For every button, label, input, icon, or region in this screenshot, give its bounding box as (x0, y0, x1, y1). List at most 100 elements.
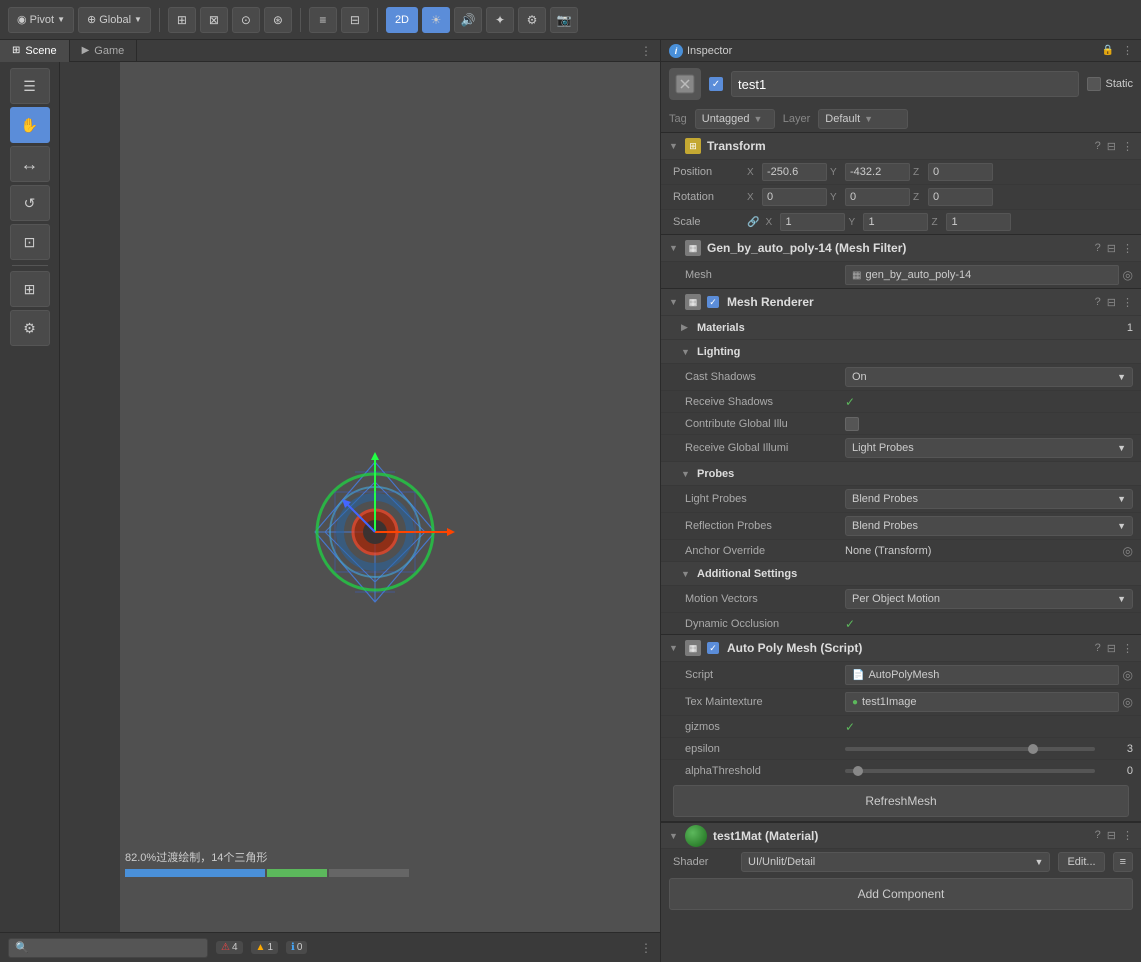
tool-hamburger[interactable]: ☰ (10, 68, 50, 104)
material-settings[interactable]: ⊟ (1107, 829, 1116, 842)
alpha-thumb[interactable] (853, 766, 863, 776)
tex-field[interactable]: ● test1Image (845, 692, 1119, 712)
rot-y-input[interactable] (845, 188, 910, 206)
mesh-value-field[interactable]: ▦ gen_by_auto_poly-14 (845, 265, 1119, 285)
auto-poly-header[interactable]: ▼ ▦ ✓ Auto Poly Mesh (Script) ? ⊟ ⋮ (661, 635, 1141, 661)
mesh-renderer-menu[interactable]: ⋮ (1122, 296, 1133, 309)
auto-poly-settings[interactable]: ⊟ (1107, 642, 1116, 655)
error-badge: ⚠ 4 (216, 941, 243, 954)
tool-rect[interactable]: ⊞ (168, 7, 196, 33)
auto-poly-menu[interactable]: ⋮ (1122, 642, 1133, 655)
scene-object[interactable] (295, 452, 455, 615)
object-name-input[interactable] (731, 71, 1079, 97)
tool-vert[interactable]: ≡ (309, 7, 337, 33)
tool-arrows[interactable]: ↔ (10, 146, 50, 182)
mesh-target-icon[interactable]: ◎ (1123, 268, 1133, 282)
console-search[interactable] (8, 938, 208, 958)
material-menu[interactable]: ⋮ (1122, 829, 1133, 842)
auto-poly-checkbox[interactable]: ✓ (707, 642, 719, 654)
mesh-renderer-help[interactable]: ? (1095, 296, 1101, 309)
motion-vectors-dropdown[interactable]: Per Object Motion ▼ (845, 589, 1133, 609)
mesh-filter-help[interactable]: ? (1095, 242, 1101, 255)
gizmos-check[interactable]: ✓ (845, 720, 855, 734)
receive-global-dropdown[interactable]: Light Probes ▼ (845, 438, 1133, 458)
probes-section[interactable]: ▼ Probes (661, 461, 1141, 485)
add-component-button[interactable]: Add Component (669, 878, 1133, 910)
progress-bars (125, 869, 409, 877)
pivot-button[interactable]: ◉ Pivot ▼ (8, 7, 74, 33)
contribute-global-checkbox[interactable] (845, 417, 859, 431)
audio-button[interactable]: 🔊 (454, 7, 482, 33)
inspector-options[interactable]: ⋮ (1122, 44, 1133, 57)
receive-shadows-check[interactable]: ✓ (845, 395, 855, 409)
rot-z-input[interactable] (928, 188, 993, 206)
lighting-button[interactable]: ☀ (422, 7, 450, 33)
tool-rotate[interactable]: ⊙ (232, 7, 260, 33)
camera-button[interactable]: 📷 (550, 7, 578, 33)
transform-header[interactable]: ▼ ⊞ Transform ? ⊟ ⋮ (661, 133, 1141, 159)
scale-z-input[interactable] (946, 213, 1011, 231)
transform-menu[interactable]: ⋮ (1122, 140, 1133, 153)
shader-edit-button[interactable]: Edit... (1058, 852, 1104, 872)
alpha-track[interactable] (845, 769, 1095, 773)
pos-x-input[interactable] (762, 163, 827, 181)
tool-move[interactable]: ⊠ (200, 7, 228, 33)
scale-y-input[interactable] (863, 213, 928, 231)
lock-icon[interactable]: 🔒 (1102, 45, 1114, 56)
script-target-icon[interactable]: ◎ (1123, 668, 1133, 682)
tool-refresh[interactable]: ↺ (10, 185, 50, 221)
tool-frame[interactable]: ⊡ (10, 224, 50, 260)
mesh-renderer-header[interactable]: ▼ ▦ ✓ Mesh Renderer ? ⊟ ⋮ (661, 289, 1141, 315)
anchor-target-icon[interactable]: ◎ (1123, 544, 1133, 558)
static-checkbox[interactable] (1087, 77, 1101, 91)
gizmos-button[interactable]: ⚙ (518, 7, 546, 33)
tool-resize[interactable]: ⊞ (10, 271, 50, 307)
mesh-filter-header[interactable]: ▼ ▦ Gen_by_auto_poly-14 (Mesh Filter) ? … (661, 235, 1141, 261)
reflection-probes-dropdown[interactable]: Blend Probes ▼ (845, 516, 1133, 536)
pos-y-input[interactable] (845, 163, 910, 181)
tab-options[interactable]: ⋮ (640, 44, 660, 58)
auto-poly-help[interactable]: ? (1095, 642, 1101, 655)
transform-name: Transform (707, 139, 1089, 153)
additional-settings-section[interactable]: ▼ Additional Settings (661, 561, 1141, 585)
material-header[interactable]: ▼ test1Mat (Material) ? ⊟ ⋮ (661, 822, 1141, 848)
shader-dropdown[interactable]: UI/Unlit/Detail ▼ (741, 852, 1050, 872)
transform-settings[interactable]: ⊟ (1107, 140, 1116, 153)
dynamic-occlusion-check[interactable]: ✓ (845, 617, 855, 631)
mesh-filter-menu[interactable]: ⋮ (1122, 242, 1133, 255)
object-active-checkbox[interactable]: ✓ (709, 77, 723, 91)
global-button[interactable]: ⊕ Global ▼ (78, 7, 151, 33)
script-field[interactable]: 📄 AutoPolyMesh (845, 665, 1119, 685)
tag-dropdown[interactable]: Untagged ▼ (695, 109, 775, 129)
scale-x-input[interactable] (780, 213, 845, 231)
cast-shadows-dropdown[interactable]: On ▼ (845, 367, 1133, 387)
epsilon-track[interactable] (845, 747, 1095, 751)
tool-settings[interactable]: ⚙ (10, 310, 50, 346)
game-tab[interactable]: ▶ Game (70, 40, 138, 62)
mesh-renderer-settings[interactable]: ⊟ (1107, 296, 1116, 309)
mode-2d-button[interactable]: 2D (386, 7, 418, 33)
mesh-filter-settings[interactable]: ⊟ (1107, 242, 1116, 255)
scale-x-label: X (765, 217, 777, 228)
rot-x-input[interactable] (762, 188, 827, 206)
layer-dropdown[interactable]: Default ▼ (818, 109, 908, 129)
fx-button[interactable]: ✦ (486, 7, 514, 33)
transform-help[interactable]: ? (1095, 140, 1101, 153)
shader-expand-button[interactable]: ≡ (1113, 852, 1133, 872)
material-help[interactable]: ? (1095, 829, 1101, 842)
lighting-section[interactable]: ▼ Lighting (661, 339, 1141, 363)
scene-tab[interactable]: ⊞ Scene (0, 40, 70, 62)
epsilon-thumb[interactable] (1028, 744, 1038, 754)
light-probes-dropdown[interactable]: Blend Probes ▼ (845, 489, 1133, 509)
tex-target-icon[interactable]: ◎ (1123, 695, 1133, 709)
tool-scale[interactable]: ⊛ (264, 7, 292, 33)
tool-grid[interactable]: ⊟ (341, 7, 369, 33)
scene-viewport[interactable]: 82.0%过渡绘制，14个三角形 (120, 62, 660, 932)
refresh-mesh-button[interactable]: RefreshMesh (673, 785, 1129, 817)
mesh-renderer-checkbox[interactable]: ✓ (707, 296, 719, 308)
info-icon: ℹ (291, 942, 295, 953)
bottom-options[interactable]: ⋮ (640, 941, 652, 955)
tool-hand[interactable]: ✋ (10, 107, 50, 143)
pos-z-input[interactable] (928, 163, 993, 181)
materials-section[interactable]: ▶ Materials 1 (661, 315, 1141, 339)
